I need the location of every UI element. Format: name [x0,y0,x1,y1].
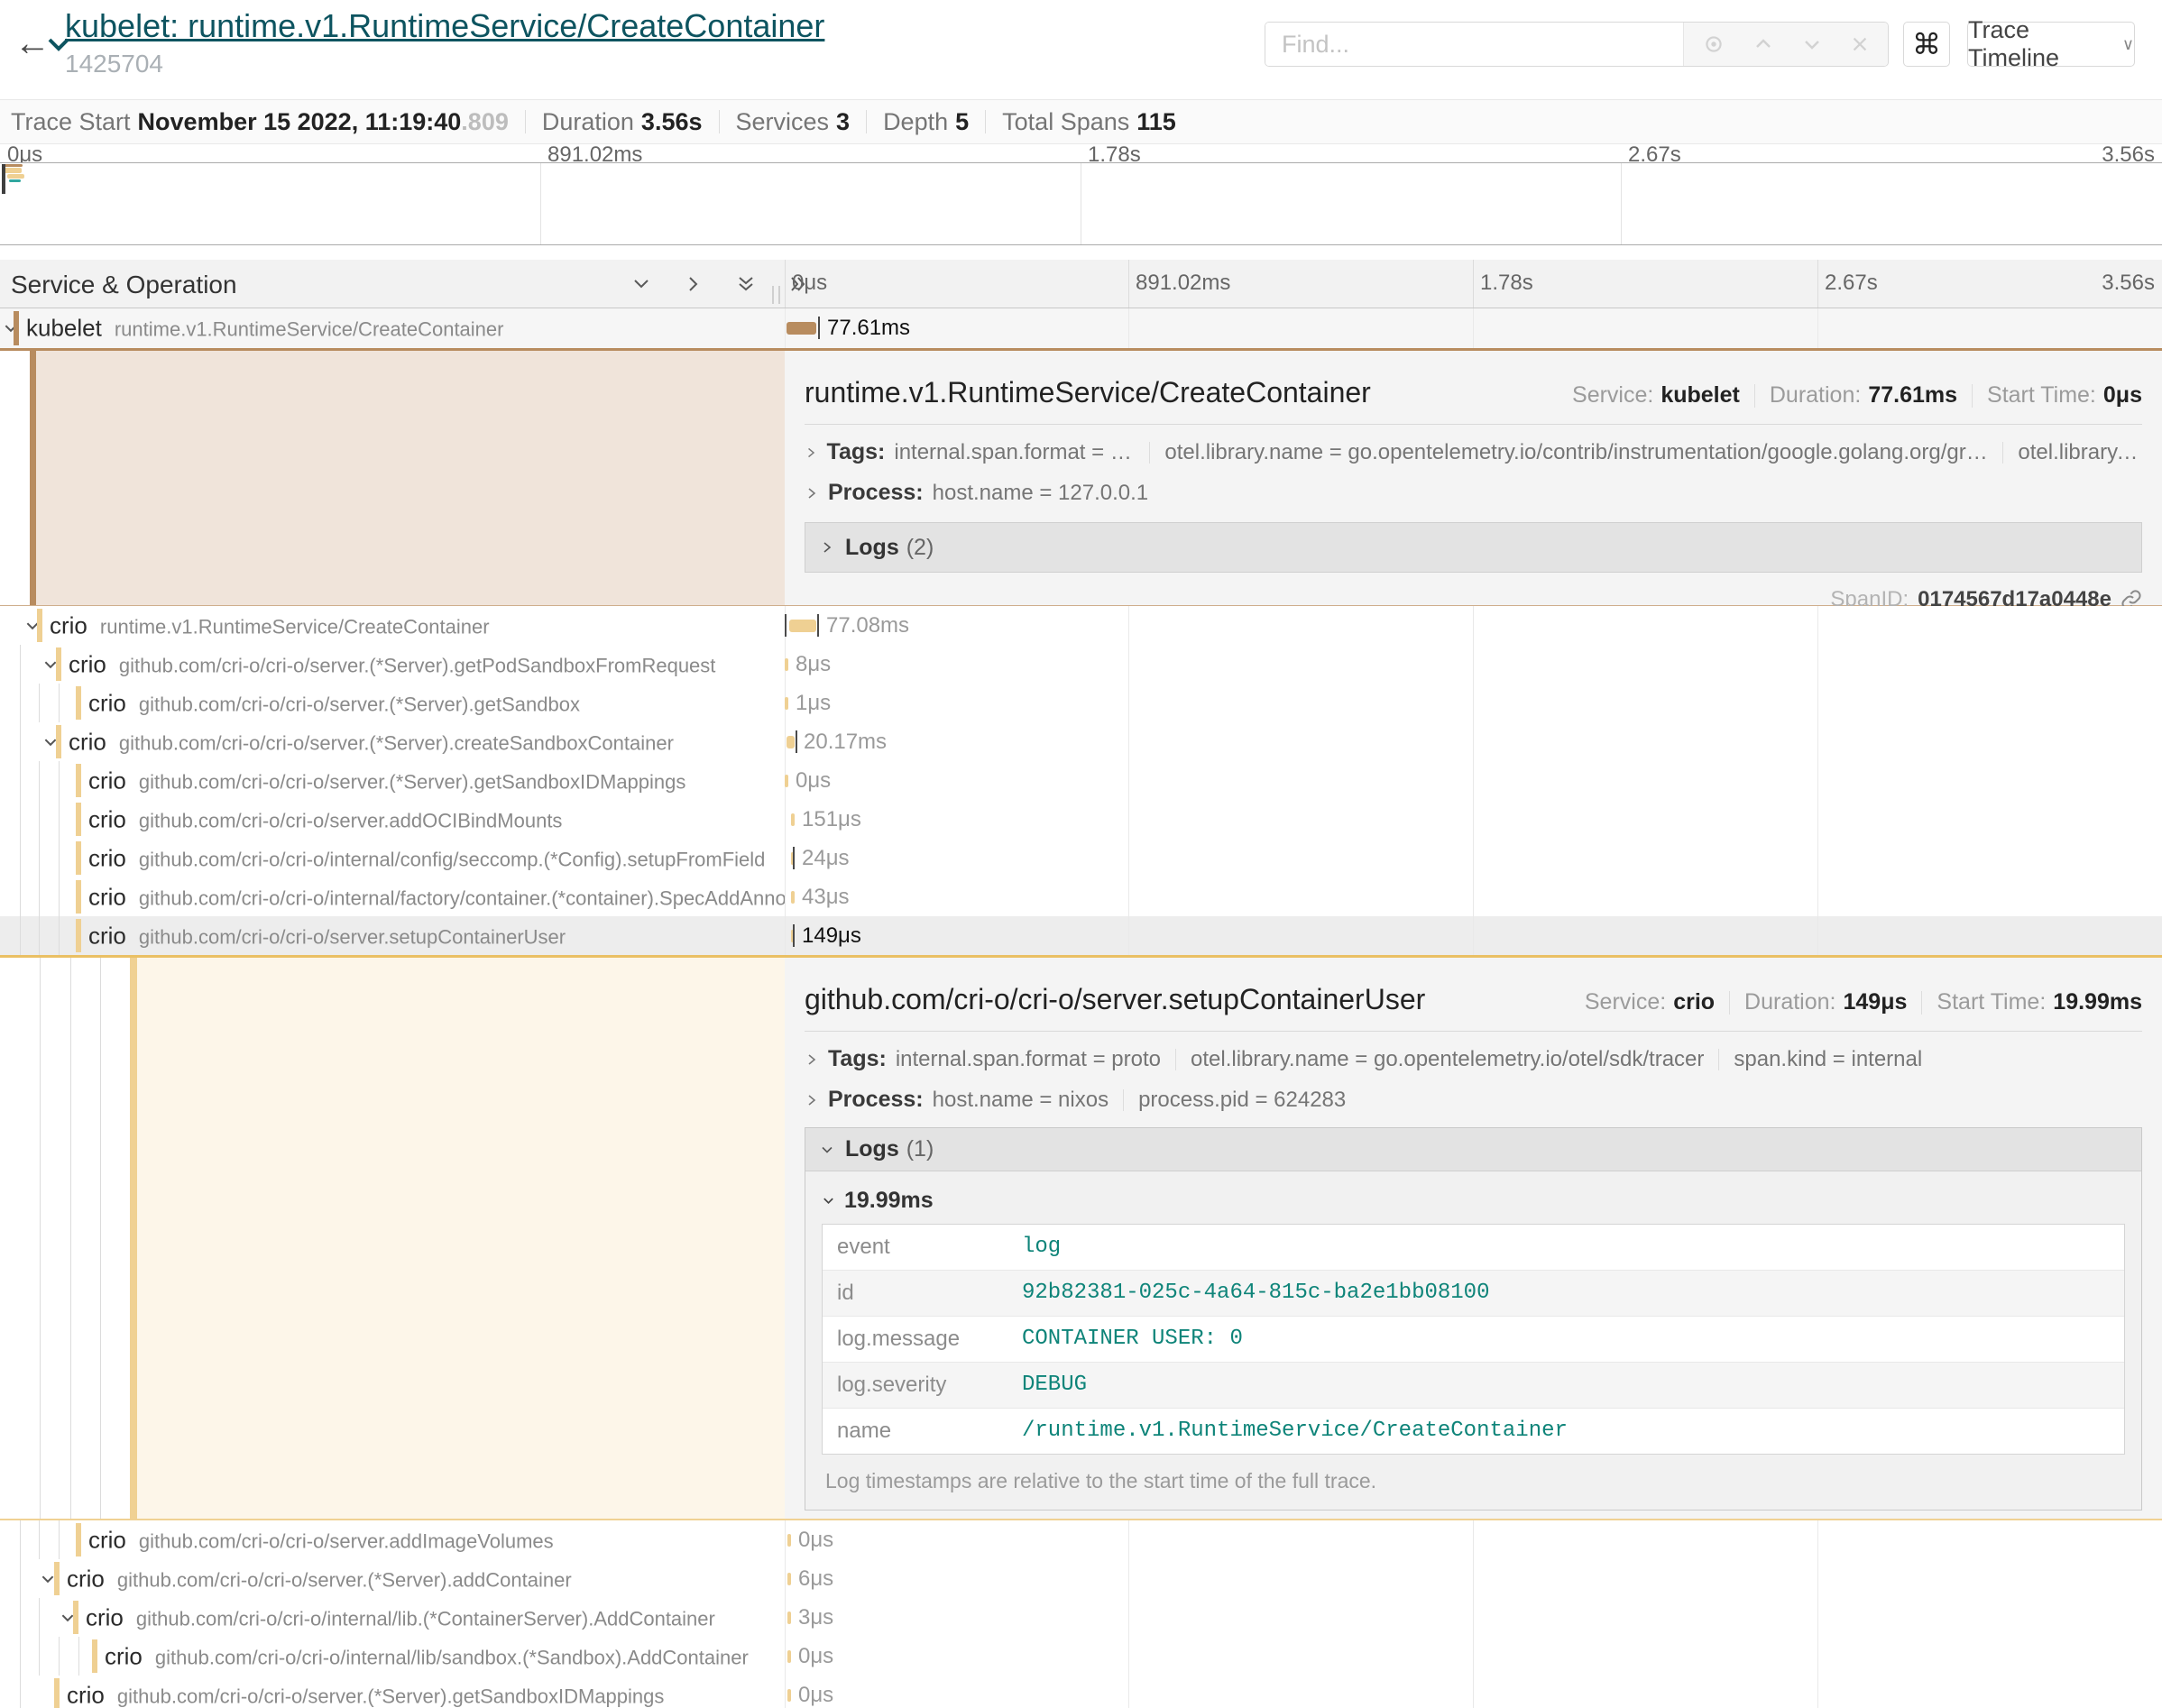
find-input[interactable] [1265,23,1683,66]
find-controls [1683,23,1888,66]
span-bar-cell[interactable]: 77.61ms [785,308,2162,348]
span-row-crio[interactable]: criogithub.com/cri-o/cri-o/internal/conf… [0,839,2162,877]
duration-value: 3.56s [641,108,703,136]
collapse-one-icon[interactable] [631,274,651,294]
span-bar-cell[interactable]: 3μs [785,1598,2162,1637]
tags-row[interactable]: Tags: internal.span.format = proto otel.… [805,1046,2142,1072]
duration-label: Duration [542,108,634,136]
command-icon: ⌘ [1912,27,1941,61]
span-row-crio[interactable]: criogithub.com/cri-o/cri-o/internal/fact… [0,877,2162,916]
trace-start-label: Trace Start [11,108,131,136]
trace-title-link[interactable]: kubelet: runtime.v1.RuntimeService/Creat… [65,5,824,48]
next-match-icon[interactable] [1801,33,1823,55]
span-row-crio[interactable]: criogithub.com/cri-o/cri-o/server.(*Serv… [0,645,2162,684]
trace-title-block: kubelet: runtime.v1.RuntimeService/Creat… [65,5,824,78]
log-field-row: eventlog [823,1225,2124,1271]
trace-id: 1425704 [65,50,824,78]
log-field-row: log.messageCONTAINER USER: 0 [823,1317,2124,1363]
log-field-row: log.severityDEBUG [823,1363,2124,1409]
locate-icon[interactable] [1702,32,1725,56]
detail-title: github.com/cri-o/cri-o/server.setupConta… [805,983,1585,1016]
tags-row[interactable]: Tags: internal.span.format = proto otel.… [805,439,2142,465]
log-fields-table: eventlog id92b82381-025c-4a64-815c-ba2e1… [822,1224,2125,1455]
minimap-scrubber-handle[interactable] [2,164,5,194]
minimap-span-kubelet [3,164,23,167]
trace-minimap[interactable] [0,162,2162,245]
span-row-crio[interactable]: criogithub.com/cri-o/cri-o/server.(*Serv… [0,1559,2162,1598]
minimap-span-crio [3,168,22,173]
trace-summary-bar: Trace Start November 15 2022, 11:19:40.8… [0,99,2162,144]
span-detail-kubelet: runtime.v1.RuntimeService/CreateContaine… [0,348,2162,606]
span-bar-cell[interactable]: 77.08ms [785,606,2162,645]
services-label: Services [736,108,830,136]
minimap-ticks: 0μs 891.02ms 1.78s 2.67s 3.56s [0,144,2162,162]
depth-value: 5 [955,108,969,136]
logs-accordion[interactable]: Logs (1) [805,1128,2141,1171]
detail-start-time: 19.99ms [2053,989,2142,1015]
total-spans-label: Total Spans [1002,108,1129,136]
trace-start-value: November 15 2022, 11:19:40.809 [138,108,509,136]
span-row-kubelet[interactable]: kubeletruntime.v1.RuntimeService/CreateC… [0,308,2162,348]
minimap-span-crio [7,174,24,179]
total-spans-value: 115 [1136,108,1176,136]
view-selector-label: Trace Timeline [1968,16,2111,72]
span-bar-cell[interactable]: 43μs [785,877,2162,916]
keyboard-shortcuts-button[interactable]: ⌘ [1903,22,1950,67]
span-row-crio[interactable]: criogithub.com/cri-o/cri-o/server.(*Serv… [0,722,2162,761]
span-row-crio[interactable]: criogithub.com/cri-o/cri-o/internal/lib/… [0,1637,2162,1676]
span-bar-cell[interactable]: 8μs [785,645,2162,684]
clear-find-icon[interactable] [1850,34,1870,54]
span-row-setup-container-user[interactable]: criogithub.com/cri-o/cri-o/server.setupC… [0,916,2162,955]
span-bar-cell[interactable]: 1μs [785,684,2162,722]
timeline-column-header: Service & Operation 0μs 891.02ms 1.78s 2… [0,260,2162,308]
span-bar-cell[interactable]: 0μs [785,1637,2162,1676]
span-bar-cell[interactable]: 0μs [785,1676,2162,1708]
span-bar-cell[interactable]: 20.17ms [785,722,2162,761]
expand-one-icon[interactable] [684,274,704,294]
detail-duration: 149μs [1844,989,1908,1015]
view-selector-button[interactable]: Trace Timeline ∨ [1967,22,2135,67]
collapse-all-icon[interactable] [736,274,756,294]
span-row-crio[interactable]: crioruntime.v1.RuntimeService/CreateCont… [0,606,2162,645]
find-bar [1265,22,1889,67]
logs-block: Logs (1) 19.99ms eventlog id92b82381-025… [805,1127,2142,1511]
detail-service: kubelet [1661,382,1740,409]
log-timestamps-note: Log timestamps are relative to the start… [822,1455,2125,1510]
process-row[interactable]: Process: host.name = nixos process.pid =… [805,1087,2142,1113]
span-bar-cell[interactable]: 0μs [785,1520,2162,1559]
span-bar-cell[interactable]: 151μs [785,800,2162,839]
detail-start-time: 0μs [2103,382,2142,409]
span-bar-cell[interactable]: 149μs [785,916,2162,955]
prev-match-icon[interactable] [1753,33,1774,55]
span-detail-setup-container-user: github.com/cri-o/cri-o/server.setupConta… [0,955,2162,1520]
span-bar-cell[interactable]: 0μs [785,761,2162,800]
process-row[interactable]: Process: host.name = 127.0.0.1 [805,480,2142,506]
span-row-crio[interactable]: criogithub.com/cri-o/cri-o/server.addIma… [0,1520,2162,1559]
span-row-crio[interactable]: criogithub.com/cri-o/cri-o/internal/lib.… [0,1598,2162,1637]
span-bar-cell[interactable]: 24μs [785,839,2162,877]
depth-label: Depth [883,108,948,136]
services-value: 3 [836,108,850,136]
page-header: ← kubelet: runtime.v1.RuntimeService/Cre… [0,0,2162,99]
log-field-row: id92b82381-025c-4a64-815c-ba2e1bb08100 [823,1271,2124,1317]
log-entry-accordion[interactable]: 19.99ms [822,1182,2125,1218]
span-row-crio[interactable]: criogithub.com/cri-o/cri-o/server.(*Serv… [0,684,2162,722]
detail-service: crio [1673,989,1715,1015]
span-bar-cell[interactable]: 6μs [785,1559,2162,1598]
column-resize-handle[interactable] [772,286,780,304]
back-arrow-icon[interactable]: ← [14,25,51,61]
minimap-span-teal [9,179,21,182]
logs-accordion[interactable]: Logs (2) [805,522,2142,573]
jaeger-trace-page: ← kubelet: runtime.v1.RuntimeService/Cre… [0,0,2162,1708]
chevron-down-icon: ∨ [2122,35,2134,54]
detail-duration: 77.61ms [1868,382,1957,409]
log-field-row: name/runtime.v1.RuntimeService/CreateCon… [823,1409,2124,1454]
service-operation-header: Service & Operation [11,271,237,299]
span-row-crio[interactable]: criogithub.com/cri-o/cri-o/server.(*Serv… [0,761,2162,800]
span-row-crio[interactable]: criogithub.com/cri-o/cri-o/server.(*Serv… [0,1676,2162,1708]
span-row-crio[interactable]: criogithub.com/cri-o/cri-o/server.addOCI… [0,800,2162,839]
detail-title: runtime.v1.RuntimeService/CreateContaine… [805,376,1572,409]
